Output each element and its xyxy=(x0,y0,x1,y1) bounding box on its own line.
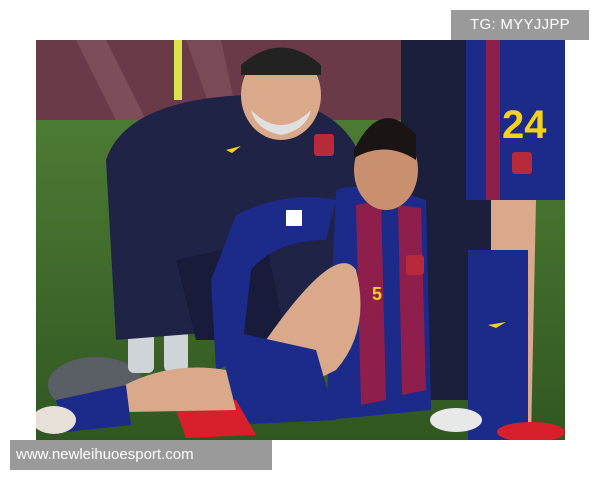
sleeve-badge xyxy=(286,210,302,226)
match-photo: 24 5 xyxy=(36,40,565,440)
club-crest-icon xyxy=(512,152,532,174)
club-crest-icon xyxy=(314,134,334,156)
photo-scene: 24 5 xyxy=(36,40,565,440)
teammate-jersey-number: 24 xyxy=(502,103,547,147)
player-sponsor-number: 5 xyxy=(372,284,382,304)
water-bottle xyxy=(164,330,188,372)
club-crest-icon xyxy=(406,255,424,275)
corner-flag-post xyxy=(174,40,182,100)
teammate-boot-white xyxy=(430,408,482,432)
watermark-website: www.newleihuoesport.com xyxy=(10,440,272,470)
teammate-sock xyxy=(468,250,528,440)
watermark-telegram: TG: MYYJJPP xyxy=(451,10,589,40)
teammate-shorts-stripe xyxy=(486,40,500,200)
